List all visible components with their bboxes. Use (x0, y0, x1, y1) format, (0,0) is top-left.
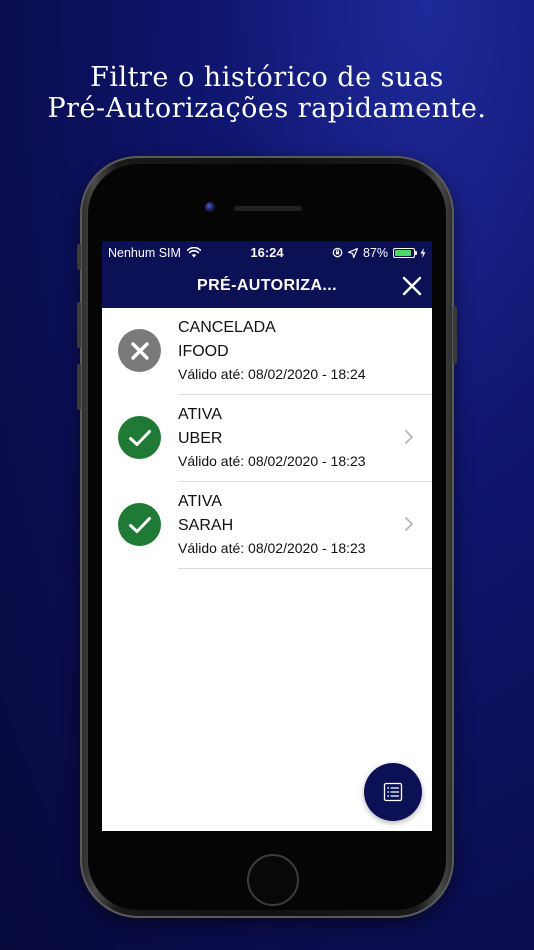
item-validity: Válido até: 08/02/2020 - 18:23 (178, 540, 366, 556)
list-item[interactable]: ATIVA SARAH Válido até: 08/02/2020 - 18:… (102, 482, 432, 569)
item-status: ATIVA (178, 406, 222, 423)
chevron-right-icon (405, 517, 413, 531)
item-merchant: SARAH (178, 517, 234, 534)
check-circle-icon (118, 503, 161, 546)
phone-screen: Nenhum SIM 16:24 87% PRÉ-AUTORIZA... CAN… (102, 241, 432, 831)
location-arrow-icon (347, 247, 358, 258)
check-mark-icon (128, 429, 151, 446)
promo-headline-line1: Filtre o histórico de suas (90, 62, 444, 93)
volume-up-button (77, 302, 81, 348)
item-merchant: IFOOD (178, 343, 229, 360)
battery-icon (393, 247, 417, 258)
filter-list-button[interactable] (364, 763, 422, 821)
wifi-icon (186, 247, 201, 258)
check-circle-icon (118, 416, 161, 459)
item-status: ATIVA (178, 493, 222, 510)
navigation-bar: PRÉ-AUTORIZA... (102, 264, 432, 308)
power-button (453, 306, 457, 364)
volume-down-button (77, 364, 81, 410)
battery-percent: 87% (362, 245, 388, 260)
carrier-label: Nenhum SIM (108, 245, 181, 260)
chevron-right-icon (405, 430, 413, 444)
item-merchant: UBER (178, 430, 223, 447)
orientation-lock-icon (332, 247, 343, 258)
list-item-body: ATIVA UBER Válido até: 08/02/2020 - 18:2… (178, 395, 432, 482)
promo-headline: Filtre o histórico de suas Pré-Autorizaç… (0, 62, 534, 124)
list-filter-icon (383, 782, 403, 802)
mute-switch (77, 244, 81, 270)
earpiece-speaker (234, 206, 302, 211)
list-item-body: ATIVA SARAH Válido até: 08/02/2020 - 18:… (178, 482, 432, 569)
check-mark-icon (128, 516, 151, 533)
item-status: CANCELADA (178, 319, 276, 336)
close-icon[interactable] (400, 274, 424, 298)
front-camera-icon (205, 202, 215, 212)
list-item[interactable]: CANCELADA IFOOD Válido até: 08/02/2020 -… (102, 308, 432, 395)
charging-bolt-icon (420, 247, 426, 258)
list-item-body: CANCELADA IFOOD Válido até: 08/02/2020 -… (178, 308, 432, 395)
item-validity: Válido até: 08/02/2020 - 18:23 (178, 453, 366, 469)
pre-authorization-list: CANCELADA IFOOD Válido até: 08/02/2020 -… (102, 308, 432, 569)
page-title: PRÉ-AUTORIZA... (197, 277, 337, 294)
cancel-x-icon (130, 341, 149, 360)
battery-level-fill (395, 249, 411, 256)
cancel-circle-icon (118, 329, 161, 372)
item-validity: Válido até: 08/02/2020 - 18:24 (178, 366, 366, 382)
promo-headline-line2: Pré-Autorizações rapidamente. (47, 93, 487, 124)
list-item[interactable]: ATIVA UBER Válido até: 08/02/2020 - 18:2… (102, 395, 432, 482)
home-button (247, 854, 299, 906)
status-bar: Nenhum SIM 16:24 87% (102, 241, 432, 264)
